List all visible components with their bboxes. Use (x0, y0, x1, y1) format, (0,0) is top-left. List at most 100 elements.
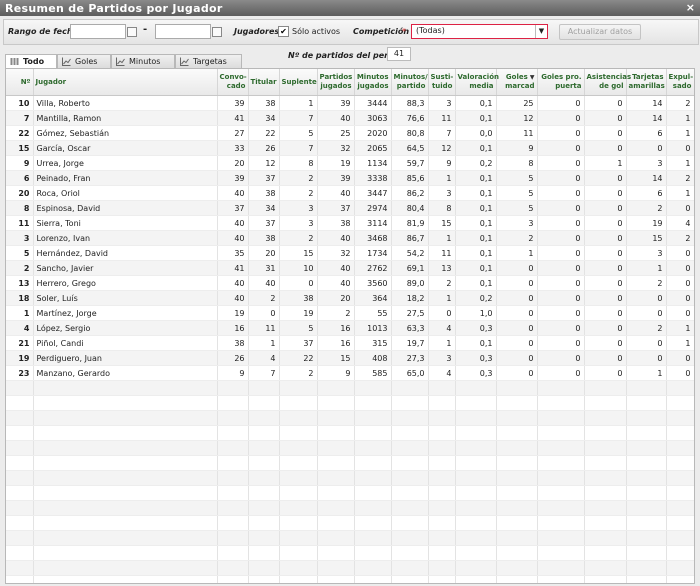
player-name: López, Sergio (33, 320, 218, 336)
table-row[interactable]: 2 Sancho, Javier 41 31 10 40 2762 69,1 13 0,1 0 0 0 1… (6, 260, 694, 276)
empty-cell (33, 470, 218, 486)
table-row[interactable]: 3 Lorenzo, Ivan 40 38 2 40 3468 86,7 1 0,1 2 0 0 15 2 (6, 230, 694, 246)
stat-cell: 0 (584, 170, 627, 186)
column-header-label: Minutos (356, 73, 389, 81)
column-header[interactable]: Minutos jugados (354, 69, 392, 96)
chevron-down-icon[interactable]: ▼ (535, 25, 547, 38)
stat-cell: 38 (317, 215, 355, 231)
tab-todo[interactable]: Todo (5, 54, 57, 69)
player-name: Perdiguero, Juan (33, 350, 218, 366)
columns-icon (10, 58, 19, 65)
table-row[interactable]: 18 Soler, Luís 40 2 38 20 364 18,2 1 0,2 0 0 0 0 0 (6, 290, 694, 306)
only-active-checkbox[interactable]: ✔ (278, 26, 289, 37)
column-header[interactable]: Goles pro. puerta (537, 69, 585, 96)
table-row[interactable]: 6 Peinado, Fran 39 37 2 39 3338 85,6 1 0,1 5 0 0 14 2 (6, 170, 694, 186)
calendar-icon[interactable] (127, 27, 137, 37)
empty-cell (217, 470, 249, 486)
player-number: 21 (6, 335, 34, 351)
empty-cell (537, 470, 585, 486)
stat-cell: 33 (217, 140, 249, 156)
table-row[interactable]: 19 Perdiguero, Juan 26 4 22 15 408 27,3 3 0,3 0 0 0 0… (6, 350, 694, 366)
empty-row (6, 515, 694, 531)
stat-cell: 2 (496, 230, 538, 246)
stat-cell: 0,0 (455, 125, 497, 141)
stat-cell: 1 (248, 335, 280, 351)
stat-cell: 0,1 (455, 170, 497, 186)
column-header-label: tuido (431, 82, 453, 90)
table-row[interactable]: 1 Martínez, Jorge 19 0 19 2 55 27,5 0 1,0 0 0 0 0 0 (6, 305, 694, 321)
stat-cell: 2 (626, 200, 667, 216)
empty-cell (537, 545, 585, 561)
empty-cell (428, 500, 456, 516)
tab-goles[interactable]: Goles (57, 54, 111, 68)
table-row[interactable]: 9 Urrea, Jorge 20 12 8 19 1134 59,7 9 0,2 8 0 1 3 1 (6, 155, 694, 171)
table-row[interactable]: 23 Manzano, Gerardo 9 7 2 9 585 65,0 4 0,3 0 0 0 1 0 (6, 365, 694, 381)
stat-cell: 0 (584, 350, 627, 366)
stat-cell: 0 (666, 290, 694, 306)
stat-cell: 0 (537, 155, 585, 171)
column-header[interactable]: Tarjetas amarillas (626, 69, 667, 96)
table-row[interactable]: 13 Herrero, Grego 40 40 0 40 3560 89,0 2 0,1 0 0 0 2 0 (6, 275, 694, 291)
table-row[interactable]: 4 López, Sergio 16 11 5 16 1013 63,3 4 0,3 0 0 0 2 1 (6, 320, 694, 336)
close-icon[interactable]: × (686, 1, 695, 14)
stat-cell: 0 (496, 305, 538, 321)
stat-cell: 9 (496, 140, 538, 156)
empty-cell (6, 395, 34, 411)
column-header[interactable]: Partidos jugados (317, 69, 355, 96)
column-header[interactable]: Expul-sado (666, 69, 694, 96)
player-number: 18 (6, 290, 34, 306)
column-header-label: media (469, 82, 494, 90)
stat-cell: 15 (317, 350, 355, 366)
stat-cell: 40 (317, 230, 355, 246)
table-row[interactable]: 8 Espinosa, David 37 34 3 37 2974 80,4 8 0,1 5 0 0 2 0 (6, 200, 694, 216)
column-header-label: de gol (599, 82, 624, 90)
stat-cell: 19 (626, 215, 667, 231)
column-header[interactable]: Jugador (33, 69, 218, 96)
competition-select[interactable]: (Todas) ▼ (411, 24, 548, 39)
column-header[interactable]: Titular (248, 69, 280, 96)
date-to-input[interactable] (155, 24, 211, 39)
tab-targetas[interactable]: Targetas (175, 54, 242, 68)
stat-cell: 39 (217, 170, 249, 186)
date-from-input[interactable] (70, 24, 126, 39)
player-number: 23 (6, 365, 34, 381)
stat-cell: 0 (537, 110, 585, 126)
empty-cell (391, 485, 429, 501)
stat-cell: 1,0 (455, 305, 497, 321)
empty-cell (537, 425, 585, 441)
stat-cell: 1013 (354, 320, 392, 336)
table-row[interactable]: 10 Villa, Roberto 39 38 1 39 3444 88,3 3 0,1 25 0 0 1… (6, 95, 694, 111)
empty-cell (428, 380, 456, 396)
column-header[interactable]: Susti-tuido (428, 69, 456, 96)
empty-cell (317, 515, 355, 531)
table-row[interactable]: 11 Sierra, Toni 40 37 3 38 3114 81,9 15 0,1 3 0 0 19 4 (6, 215, 694, 231)
required-mark: * (402, 27, 406, 36)
column-header[interactable]: Nº (6, 69, 34, 96)
column-header[interactable]: Asistencias de gol (584, 69, 631, 96)
player-number: 20 (6, 185, 34, 201)
table-row[interactable]: 22 Gómez, Sebastián 27 22 5 25 2020 80,8 7 0,0 11 0… (6, 125, 694, 141)
table-row[interactable]: 20 Roca, Oriol 40 38 2 40 3447 86,2 3 0,1 5 0 0 6 1 (6, 185, 694, 201)
column-header[interactable]: Convo-cado (217, 69, 249, 96)
empty-cell (217, 455, 249, 471)
column-header[interactable]: Valoración media (455, 69, 499, 96)
empty-cell (584, 545, 627, 561)
empty-row (6, 575, 694, 583)
table-row[interactable]: 7 Mantilla, Ramon 41 34 7 40 3063 76,6 11 0,1 12 0 0… (6, 110, 694, 126)
stat-cell: 3338 (354, 170, 392, 186)
stat-cell: 0 (666, 140, 694, 156)
table-row[interactable]: 5 Hernández, David 35 20 15 32 1734 54,2 11 0,1 1 0… (6, 245, 694, 261)
empty-cell (6, 425, 34, 441)
tab-minutos[interactable]: Minutos (111, 54, 175, 68)
table-row[interactable]: 21 Piñol, Candi 38 1 37 16 315 19,7 1 0,1 0 0 0 0 1 (6, 335, 694, 351)
update-data-button[interactable]: Actualizar datos (559, 24, 641, 40)
column-header[interactable]: Goles ▼ marcad (496, 69, 538, 96)
column-header[interactable]: Suplente (279, 69, 318, 96)
empty-cell (317, 395, 355, 411)
calendar-icon[interactable] (212, 27, 222, 37)
empty-cell (6, 530, 34, 546)
column-header-label: Partidos (319, 73, 353, 81)
column-header[interactable]: Minutos/partido (391, 69, 429, 96)
table-row[interactable]: 15 García, Oscar 33 26 7 32 2065 64,5 12 0,1 9 0 0 0 0 (6, 140, 694, 156)
empty-row (6, 425, 694, 441)
